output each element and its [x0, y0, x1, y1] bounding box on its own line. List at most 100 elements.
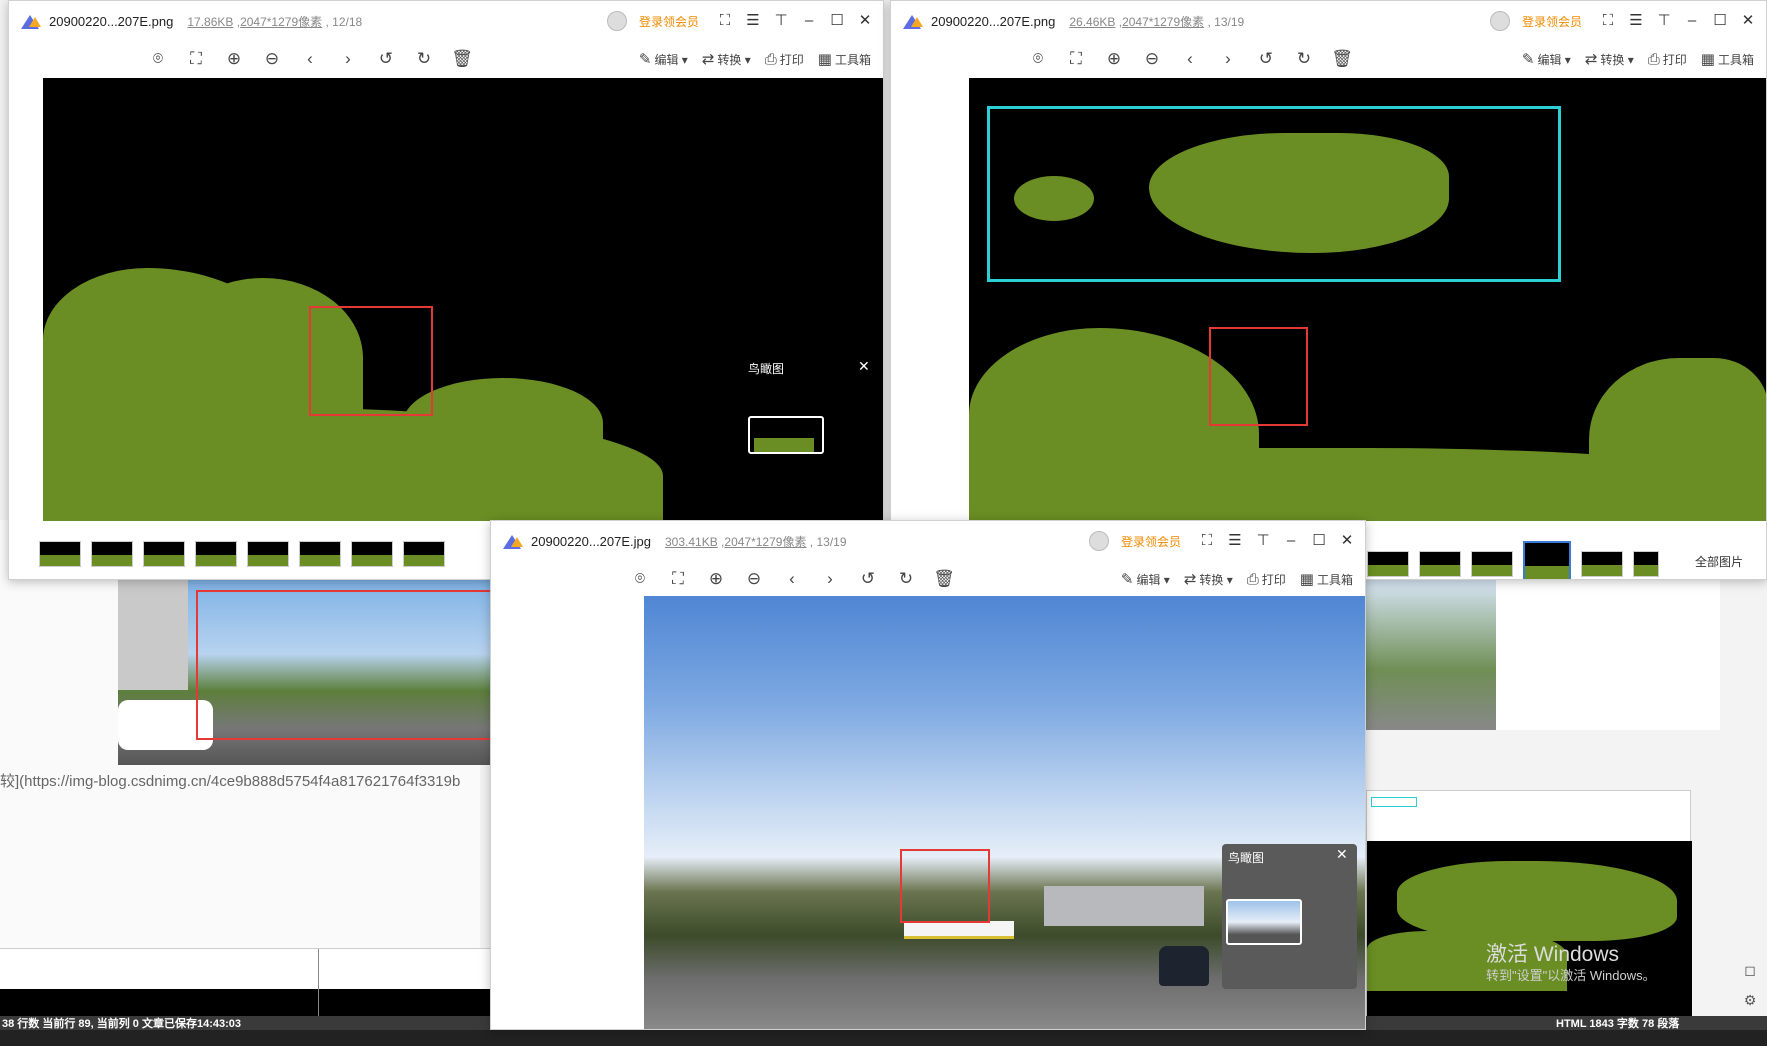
- vip-login-button[interactable]: 登录领会员: [639, 13, 699, 30]
- maximize-icon[interactable]: ☐: [1311, 533, 1327, 549]
- annotation-box: [1209, 327, 1308, 426]
- toolbox-button[interactable]: ▦ 工具箱: [1701, 50, 1754, 68]
- birdseye-close-icon[interactable]: ✕: [1336, 846, 1348, 863]
- zoom-in-icon[interactable]: ⊕: [215, 49, 253, 69]
- car: [1159, 946, 1209, 986]
- prev-icon[interactable]: ‹: [773, 569, 811, 589]
- convert-button[interactable]: ⇄ 转换 ▾: [1184, 570, 1233, 588]
- taskbar: [0, 1030, 1767, 1046]
- edit-button[interactable]: ✎ 编辑 ▾: [1522, 50, 1571, 68]
- toolbox-icon: ▦: [817, 51, 832, 68]
- thumbnail[interactable]: [1367, 551, 1409, 577]
- fullscreen-icon[interactable]: ⛶: [717, 13, 733, 29]
- rotate-left-icon[interactable]: ↺: [849, 569, 887, 589]
- thumbnail[interactable]: [403, 541, 445, 567]
- toolbox-icon: ▦: [1700, 51, 1715, 68]
- birdseye-label: 鸟瞰图: [748, 362, 785, 376]
- mouse-icon[interactable]: ⌾: [621, 569, 659, 589]
- avatar[interactable]: [1489, 11, 1510, 31]
- print-button[interactable]: ⎙ 打印: [1648, 51, 1687, 68]
- prev-icon[interactable]: ‹: [1171, 49, 1209, 69]
- file-meta: 26.46KB ,2047*1279像素 , 13/19: [1069, 14, 1245, 29]
- fullscreen-icon[interactable]: ⛶: [1199, 533, 1215, 549]
- delete-icon[interactable]: 🗑: [1323, 49, 1361, 69]
- delete-icon[interactable]: 🗑: [443, 49, 481, 69]
- menu-icon[interactable]: ☰: [1628, 13, 1644, 29]
- vip-login-button[interactable]: 登录领会员: [1121, 533, 1181, 550]
- fullscreen-icon[interactable]: ⛶: [1600, 13, 1616, 29]
- close-icon[interactable]: ✕: [1339, 533, 1355, 549]
- vip-login-button[interactable]: 登录领会员: [1522, 13, 1582, 30]
- thumbnail[interactable]: [39, 541, 81, 567]
- thumbnail[interactable]: [1471, 551, 1513, 577]
- zoom-in-icon[interactable]: ⊕: [1095, 49, 1133, 69]
- zoom-out-icon[interactable]: ⊖: [253, 49, 291, 69]
- all-images-button[interactable]: 全部图片: [1695, 553, 1743, 570]
- avatar[interactable]: [606, 11, 627, 31]
- next-icon[interactable]: ›: [1209, 49, 1247, 69]
- close-icon[interactable]: ✕: [1740, 13, 1756, 29]
- delete-icon[interactable]: 🗑: [925, 569, 963, 589]
- convert-button[interactable]: ⇄ 转换 ▾: [1585, 50, 1634, 68]
- birdseye-close-icon[interactable]: ✕: [858, 358, 870, 375]
- viewer-window-a: 20900220...207E.png 17.86KB ,2047*1279像素…: [8, 0, 884, 580]
- mouse-icon[interactable]: ⌾: [139, 49, 177, 69]
- thumbnail[interactable]: [351, 541, 393, 567]
- thumbnail[interactable]: [1419, 551, 1461, 577]
- birdseye-label: 鸟瞰图: [1228, 851, 1265, 865]
- image-canvas[interactable]: 鸟瞰图 ✕: [43, 78, 883, 521]
- pin-icon[interactable]: ⊤: [1656, 13, 1672, 29]
- maximize-icon[interactable]: ☐: [829, 13, 845, 29]
- rotate-right-icon[interactable]: ↻: [405, 49, 443, 69]
- thumbnail[interactable]: [143, 541, 185, 567]
- toolbox-button[interactable]: ▦ 工具箱: [1300, 570, 1353, 588]
- rotate-right-icon[interactable]: ↻: [887, 569, 925, 589]
- print-icon: ⎙: [1246, 570, 1259, 588]
- edit-button[interactable]: ✎ 编辑 ▾: [639, 50, 688, 68]
- fit-icon[interactable]: ⛶: [1057, 49, 1095, 69]
- close-icon[interactable]: ✕: [857, 13, 873, 29]
- next-icon[interactable]: ›: [329, 49, 367, 69]
- toolbox-button[interactable]: ▦ 工具箱: [818, 50, 871, 68]
- photo-canvas[interactable]: 鸟瞰图 ✕: [644, 596, 1365, 1029]
- rotate-right-icon[interactable]: ↻: [1285, 49, 1323, 69]
- titlebar: 20900220...207E.jpg 303.41KB ,2047*1279像…: [491, 521, 1365, 561]
- convert-icon: ⇄: [1183, 571, 1197, 588]
- thumbnail[interactable]: [91, 541, 133, 567]
- pin-icon[interactable]: ⊤: [1255, 533, 1271, 549]
- zoom-out-icon[interactable]: ⊖: [735, 569, 773, 589]
- prev-icon[interactable]: ‹: [291, 49, 329, 69]
- titlebar: 20900220...207E.png 17.86KB ,2047*1279像素…: [9, 1, 883, 41]
- minimize-icon[interactable]: –: [1684, 13, 1700, 29]
- mouse-icon[interactable]: ⌾: [1019, 49, 1057, 69]
- next-icon[interactable]: ›: [811, 569, 849, 589]
- bus: [904, 921, 1014, 939]
- maximize-icon[interactable]: ☐: [1712, 13, 1728, 29]
- thumbnail[interactable]: [195, 541, 237, 567]
- annotation-box: [900, 849, 990, 923]
- menu-icon[interactable]: ☰: [745, 13, 761, 29]
- pin-icon[interactable]: ⊤: [773, 13, 789, 29]
- thumbnail[interactable]: [1633, 551, 1659, 577]
- edit-icon: ✎: [1521, 51, 1535, 68]
- thumbnail[interactable]: [299, 541, 341, 567]
- thumbnail-selected[interactable]: [1523, 541, 1571, 579]
- birdseye-panel: 鸟瞰图 ✕: [1222, 844, 1357, 989]
- edit-button[interactable]: ✎ 编辑 ▾: [1121, 570, 1170, 588]
- zoom-out-icon[interactable]: ⊖: [1133, 49, 1171, 69]
- rotate-left-icon[interactable]: ↺: [367, 49, 405, 69]
- avatar[interactable]: [1088, 531, 1109, 551]
- rotate-left-icon[interactable]: ↺: [1247, 49, 1285, 69]
- print-button[interactable]: ⎙ 打印: [1247, 571, 1286, 588]
- thumbnail[interactable]: [247, 541, 289, 567]
- image-canvas[interactable]: [969, 78, 1766, 521]
- thumbnail[interactable]: [1581, 551, 1623, 577]
- convert-button[interactable]: ⇄ 转换 ▾: [702, 50, 751, 68]
- print-button[interactable]: ⎙ 打印: [765, 51, 804, 68]
- zoom-in-icon[interactable]: ⊕: [697, 569, 735, 589]
- menu-icon[interactable]: ☰: [1227, 533, 1243, 549]
- fit-icon[interactable]: ⛶: [177, 49, 215, 69]
- minimize-icon[interactable]: –: [801, 13, 817, 29]
- minimize-icon[interactable]: –: [1283, 533, 1299, 549]
- fit-icon[interactable]: ⛶: [659, 569, 697, 589]
